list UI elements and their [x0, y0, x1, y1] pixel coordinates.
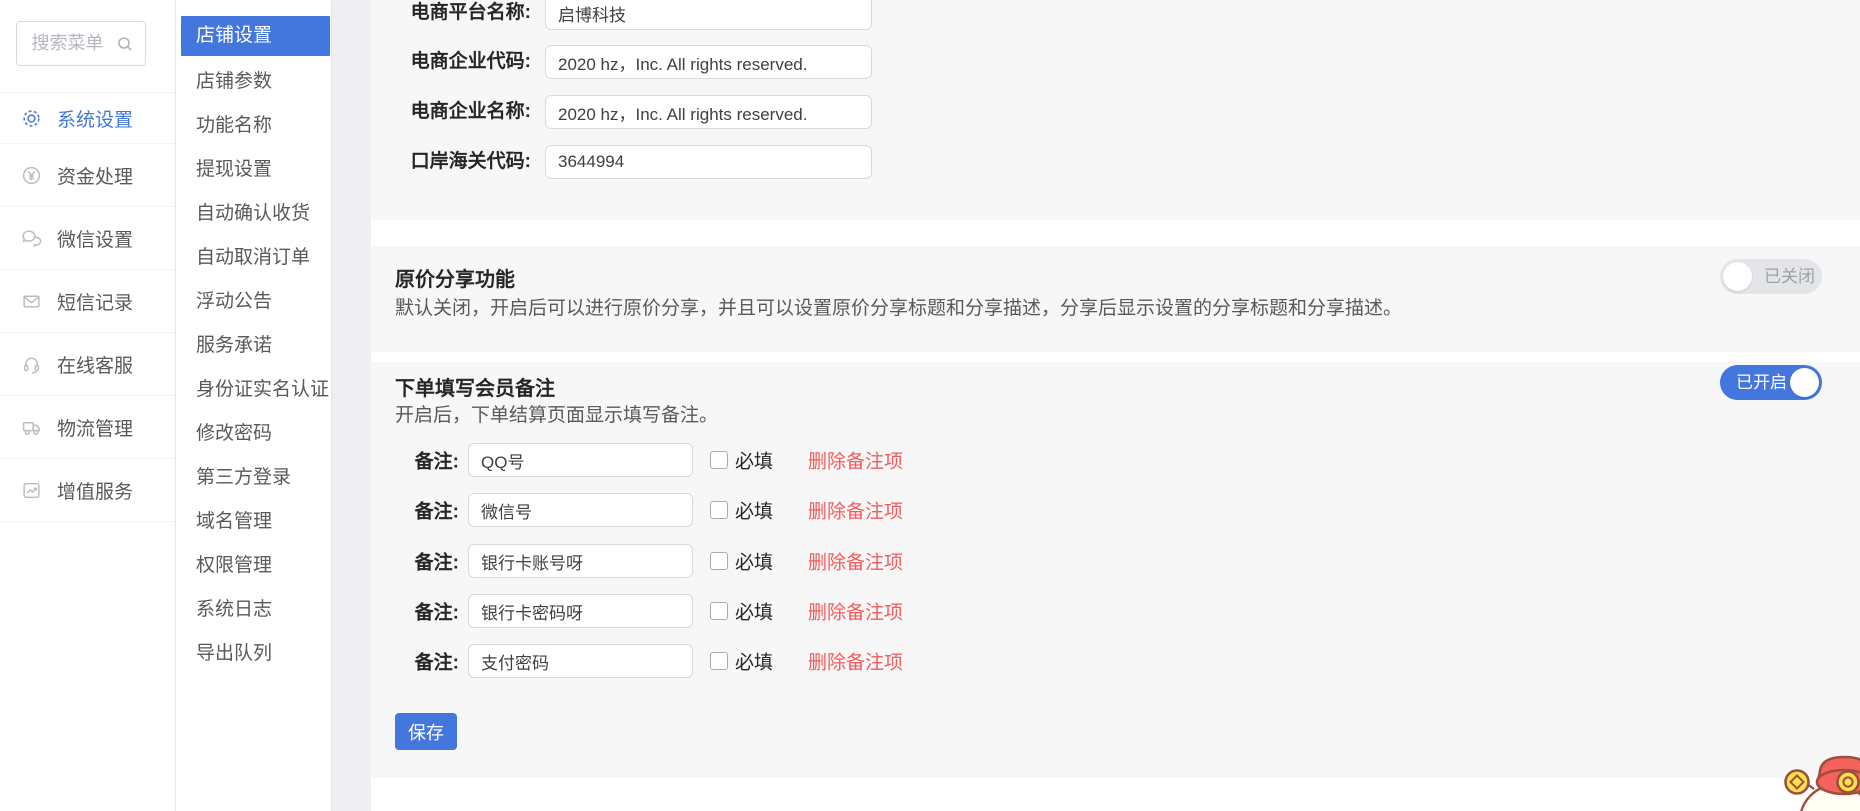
- required-label: 必填: [735, 447, 773, 474]
- primary-sidebar: 系统设置 资金处理 微信设置: [0, 0, 176, 811]
- wechat-icon: [20, 227, 42, 249]
- sidebar-item-online-service[interactable]: 在线客服: [0, 333, 175, 396]
- sidebar-item-sms[interactable]: 短信记录: [0, 270, 175, 333]
- customs-code-input[interactable]: [545, 145, 872, 179]
- sidebar-item-label: 短信记录: [57, 288, 133, 315]
- submenu-item-shop-settings[interactable]: 店铺设置: [181, 16, 330, 56]
- remark-row: 备注: 必填 删除备注项: [371, 493, 1860, 527]
- sidebar-item-label: 在线客服: [57, 351, 133, 378]
- search-input[interactable]: [30, 32, 110, 55]
- primary-nav: 系统设置 资金处理 微信设置: [0, 92, 175, 522]
- delete-remark-link[interactable]: 删除备注项: [808, 447, 903, 474]
- submenu-item-auto-confirm-receipt[interactable]: 自动确认收货: [176, 192, 331, 236]
- remark-label: 备注:: [371, 598, 459, 625]
- delete-remark-link[interactable]: 删除备注项: [808, 548, 903, 575]
- required-checkbox[interactable]: [710, 602, 728, 620]
- sidebar-item-label: 系统设置: [57, 105, 133, 132]
- submenu-item-change-password[interactable]: 修改密码: [176, 412, 331, 456]
- submenu-item-export-queue[interactable]: 导出队列: [176, 632, 331, 676]
- required-checkbox[interactable]: [710, 652, 728, 670]
- sidebar-item-system-settings[interactable]: 系统设置: [0, 92, 175, 144]
- submenu-item-floating-notice[interactable]: 浮动公告: [176, 280, 331, 324]
- platform-name-input[interactable]: [545, 0, 872, 30]
- truck-icon: [20, 416, 42, 438]
- sidebar-item-value-added[interactable]: 增值服务: [0, 459, 175, 522]
- required-label: 必填: [735, 648, 773, 675]
- remark-input[interactable]: [468, 594, 693, 628]
- submenu-item-system-log[interactable]: 系统日志: [176, 588, 331, 632]
- delete-remark-link[interactable]: 删除备注项: [808, 497, 903, 524]
- order-remark-toggle[interactable]: 已开启: [1720, 365, 1822, 400]
- sidebar-item-label: 资金处理: [57, 162, 133, 189]
- toggle-state-label: 已开启: [1736, 365, 1787, 400]
- sidebar-item-wechat[interactable]: 微信设置: [0, 207, 175, 270]
- enterprise-code-label: 电商企业代码:: [371, 52, 531, 72]
- gear-icon: [20, 107, 42, 129]
- trend-chart-icon: [20, 479, 42, 501]
- order-remark-desc: 开启后，下单结算页面显示填写备注。: [395, 400, 718, 427]
- search-icon: [117, 36, 133, 52]
- secondary-sidebar: 店铺设置 店铺参数 功能名称 提现设置 自动确认收货 自动取消订单 浮动公告 服…: [176, 0, 332, 811]
- submenu-item-auto-cancel-order[interactable]: 自动取消订单: [176, 236, 331, 280]
- admin-settings-page: 系统设置 资金处理 微信设置: [0, 0, 1860, 811]
- submenu-item-domain-management[interactable]: 域名管理: [176, 500, 331, 544]
- customs-code-label: 口岸海关代码:: [371, 152, 531, 172]
- sidebar-item-label: 微信设置: [57, 225, 133, 252]
- red-packet-mascot-icon[interactable]: [1780, 749, 1860, 811]
- submenu-item-third-party-login[interactable]: 第三方登录: [176, 456, 331, 500]
- remark-row: 备注: 必填 删除备注项: [371, 443, 1860, 477]
- required-checkbox[interactable]: [710, 451, 728, 469]
- remark-input[interactable]: [468, 544, 693, 578]
- platform-name-label: 电商平台名称:: [371, 3, 531, 23]
- remark-input[interactable]: [468, 644, 693, 678]
- delete-remark-link[interactable]: 删除备注项: [808, 598, 903, 625]
- sidebar-item-label: 增值服务: [57, 477, 133, 504]
- envelope-icon: [20, 290, 42, 312]
- submenu-item-id-verification[interactable]: 身份证实名认证: [176, 368, 331, 412]
- remark-input[interactable]: [468, 443, 693, 477]
- toggle-knob: [1723, 262, 1752, 291]
- delete-remark-link[interactable]: 删除备注项: [808, 648, 903, 675]
- required-checkbox[interactable]: [710, 501, 728, 519]
- save-button[interactable]: 保存: [395, 713, 457, 750]
- headset-icon: [20, 353, 42, 375]
- submenu-item-service-promise[interactable]: 服务承诺: [176, 324, 331, 368]
- required-label: 必填: [735, 497, 773, 524]
- required-label: 必填: [735, 548, 773, 575]
- menu-search-box[interactable]: [16, 21, 146, 66]
- required-checkbox[interactable]: [710, 552, 728, 570]
- remark-row: 备注: 必填 删除备注项: [371, 644, 1860, 678]
- toggle-knob: [1790, 368, 1819, 397]
- price-share-panel: 原价分享功能 默认关闭，开启后可以进行原价分享，并且可以设置原价分享标题和分享描…: [371, 246, 1860, 352]
- submenu-list: 店铺设置 店铺参数 功能名称 提现设置 自动确认收货 自动取消订单 浮动公告 服…: [176, 16, 331, 676]
- price-share-title: 原价分享功能: [395, 263, 515, 292]
- shop-info-panel: 电商平台名称: 电商企业代码: 电商企业名称: 口岸海关代码:: [371, 0, 1860, 220]
- sidebar-item-label: 物流管理: [57, 414, 133, 441]
- order-remark-panel: 下单填写会员备注 开启后，下单结算页面显示填写备注。 已开启 备注: 必填 删除…: [371, 362, 1860, 778]
- required-label: 必填: [735, 598, 773, 625]
- remark-label: 备注:: [371, 548, 459, 575]
- remark-row: 备注: 必填 删除备注项: [371, 544, 1860, 578]
- remark-input[interactable]: [468, 493, 693, 527]
- price-share-toggle[interactable]: 已关闭: [1720, 259, 1822, 294]
- remark-label: 备注:: [371, 648, 459, 675]
- submenu-item-withdraw-settings[interactable]: 提现设置: [176, 148, 331, 192]
- price-share-desc: 默认关闭，开启后可以进行原价分享，并且可以设置原价分享标题和分享描述，分享后显示…: [395, 293, 1402, 320]
- sidebar-item-funds[interactable]: 资金处理: [0, 144, 175, 207]
- remark-label: 备注:: [371, 447, 459, 474]
- enterprise-code-input[interactable]: [545, 45, 872, 79]
- submenu-item-feature-names[interactable]: 功能名称: [176, 104, 331, 148]
- order-remark-title: 下单填写会员备注: [395, 372, 555, 401]
- toggle-state-label: 已关闭: [1764, 259, 1815, 294]
- yen-circle-icon: [20, 164, 42, 186]
- enterprise-name-label: 电商企业名称:: [371, 102, 531, 122]
- remark-label: 备注:: [371, 497, 459, 524]
- sidebar-item-logistics[interactable]: 物流管理: [0, 396, 175, 459]
- main-content: 电商平台名称: 电商企业代码: 电商企业名称: 口岸海关代码: 原价分享功能 默…: [371, 0, 1860, 811]
- remark-row: 备注: 必填 删除备注项: [371, 594, 1860, 628]
- submenu-item-permission-management[interactable]: 权限管理: [176, 544, 331, 588]
- enterprise-name-input[interactable]: [545, 95, 872, 129]
- submenu-item-shop-params[interactable]: 店铺参数: [176, 60, 331, 104]
